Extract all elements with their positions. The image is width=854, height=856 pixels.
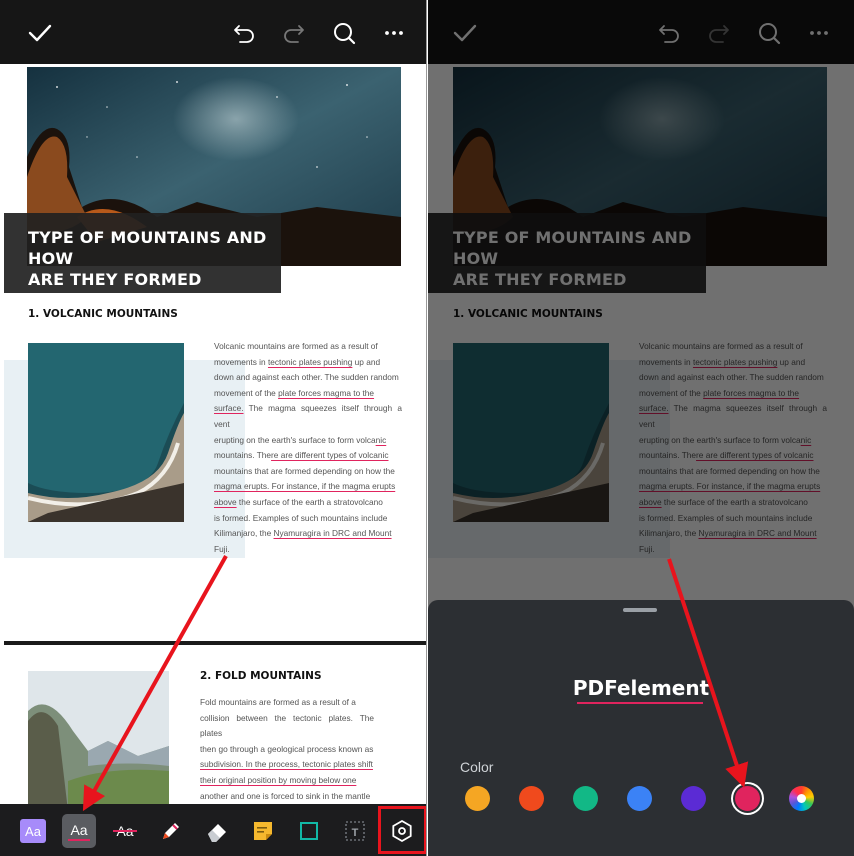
paragraph-line: subdivision. In the process, tectonic pl…	[200, 757, 374, 773]
color-wheel-icon[interactable]	[789, 786, 814, 811]
line-text: is formed. Examples of such mountains in…	[214, 512, 388, 523]
swatch-purple[interactable]	[681, 786, 706, 811]
eraser-icon[interactable]	[200, 814, 234, 848]
style-preview-underline	[577, 702, 703, 704]
line-text: mountains that are formed depending on h…	[214, 465, 395, 476]
article-title-box: TYPE OF MOUNTAINS AND HOW ARE THEY FORME…	[4, 213, 281, 293]
underline-text-icon[interactable]: Aa	[62, 814, 96, 848]
underlined-text[interactable]: magma erupts. For instance, if the magma…	[214, 481, 395, 491]
paragraph-line: mountains that are formed depending on h…	[214, 464, 402, 480]
line-text: Kilimanjaro, the	[214, 528, 274, 539]
paragraph-line: Fold mountains are formed as a result of…	[200, 695, 374, 711]
sticky-note-icon[interactable]	[246, 814, 280, 848]
volcanic-text: Volcanic mountains are formed as a resul…	[214, 339, 402, 557]
underlined-text[interactable]: re are different types of volcanic	[271, 450, 388, 460]
underlined-text[interactable]: plate forces magma to the	[278, 388, 374, 398]
paragraph-line: erupting on the earth's surface to form …	[214, 433, 402, 449]
line-text: then go through a geological process kno…	[200, 743, 374, 754]
color-picker-sheet: PDFelement Color	[428, 600, 854, 856]
underlined-text[interactable]: tectonic plates pushing	[268, 357, 352, 367]
swatch-blue[interactable]	[627, 786, 652, 811]
top-bar	[0, 0, 426, 64]
svg-text:Aa: Aa	[25, 824, 42, 839]
style-preview-text: PDFelement	[572, 676, 710, 700]
line-text: up and	[352, 356, 381, 367]
paragraph-line: movements in tectonic plates pushing up …	[214, 355, 402, 371]
pencil-icon[interactable]	[154, 814, 188, 848]
paragraph-line: magma erupts. For instance, if the magma…	[214, 479, 402, 495]
swatch-orange[interactable]	[465, 786, 490, 811]
underlined-text[interactable]: nic	[376, 435, 387, 445]
more-icon[interactable]	[381, 20, 407, 46]
article-title-line-2: ARE THEY FORMED	[28, 270, 202, 289]
section-heading-fold: 2. FOLD MOUNTAINS	[200, 670, 322, 682]
paragraph-line: their original position by moving below …	[200, 773, 374, 789]
settings-highlight-box	[378, 806, 426, 854]
line-text: the surface of the earth a stratovolcano	[236, 496, 383, 507]
line-text: erupting on the earth's surface to form …	[214, 434, 376, 445]
left-screenshot: TYPE OF MOUNTAINS AND HOW ARE THEY FORME…	[0, 0, 427, 856]
underlined-text[interactable]: Nyamuragira in DRC and Mount	[274, 528, 392, 538]
svg-text:T: T	[352, 827, 359, 839]
line-text: movements in	[214, 356, 268, 367]
sheet-drag-handle[interactable]	[623, 608, 657, 612]
paragraph-line: surface. The magma squeezes itself throu…	[214, 401, 402, 432]
swatch-green[interactable]	[573, 786, 598, 811]
textbox-icon[interactable]: T	[338, 814, 372, 848]
right-screenshot: TYPE OF MOUNTAINS AND HOW ARE THEY FORME…	[428, 0, 854, 856]
volcanic-lake-image	[28, 343, 184, 522]
section-heading-volcanic: 1. VOLCANIC MOUNTAINS	[28, 308, 178, 320]
paragraph-line: above the surface of the earth a stratov…	[214, 495, 402, 511]
line-text: Volcanic mountains are formed as a resul…	[214, 341, 378, 351]
paragraph-line: collision between the tectonic plates. T…	[200, 711, 374, 742]
paragraph-line: then go through a geological process kno…	[200, 742, 374, 758]
line-text: collision between the tectonic plates. T…	[200, 712, 374, 739]
paragraph-line: down and against each other. The sudden …	[214, 370, 402, 386]
line-text: another and one is forced to sink in the…	[200, 790, 371, 801]
annotation-toolbar: Aa Aa Aa T	[0, 804, 426, 856]
paragraph-line: mountains. There are different types of …	[214, 448, 402, 464]
search-icon[interactable]	[331, 20, 357, 46]
checkmark-icon[interactable]	[27, 20, 53, 46]
underlined-text[interactable]: subdivision. In the process, tectonic pl…	[200, 759, 373, 769]
underlined-text[interactable]: their original position by moving below …	[200, 775, 356, 785]
paragraph-line: movement of the plate forces magma to th…	[214, 386, 402, 402]
underlined-text[interactable]: surface.	[214, 403, 244, 413]
swatch-pink[interactable]	[735, 786, 760, 811]
undo-icon[interactable]	[231, 20, 257, 46]
strikethrough-text-icon[interactable]: Aa	[108, 814, 142, 848]
page-divider	[4, 641, 426, 645]
line-text: Fuji.	[214, 543, 230, 554]
rectangle-icon[interactable]	[292, 814, 326, 848]
article-title-line-1: TYPE OF MOUNTAINS AND HOW	[28, 228, 267, 268]
redo-icon[interactable]	[281, 20, 307, 46]
pdf-page: TYPE OF MOUNTAINS AND HOW ARE THEY FORME…	[0, 64, 426, 856]
color-label: Color	[460, 759, 494, 775]
svg-text:Aa: Aa	[70, 822, 87, 838]
swatch-red-orange[interactable]	[519, 786, 544, 811]
highlight-text-icon[interactable]: Aa	[16, 814, 50, 848]
paragraph-line: Fuji.	[214, 542, 402, 558]
underlined-text[interactable]: above	[214, 497, 237, 507]
paragraph-line: is formed. Examples of such mountains in…	[214, 511, 402, 527]
line-text: mountains. The	[214, 450, 272, 461]
fold-mountain-image	[28, 671, 169, 811]
paragraph-line: Volcanic mountains are formed as a resul…	[214, 339, 402, 355]
line-text: Fold mountains are formed as a result of…	[200, 697, 356, 707]
line-text: movement of the	[214, 387, 279, 398]
line-text: down and against each other. The sudden …	[214, 372, 399, 383]
paragraph-line: Kilimanjaro, the Nyamuragira in DRC and …	[214, 526, 402, 542]
paragraph-line: another and one is forced to sink in the…	[200, 789, 374, 805]
